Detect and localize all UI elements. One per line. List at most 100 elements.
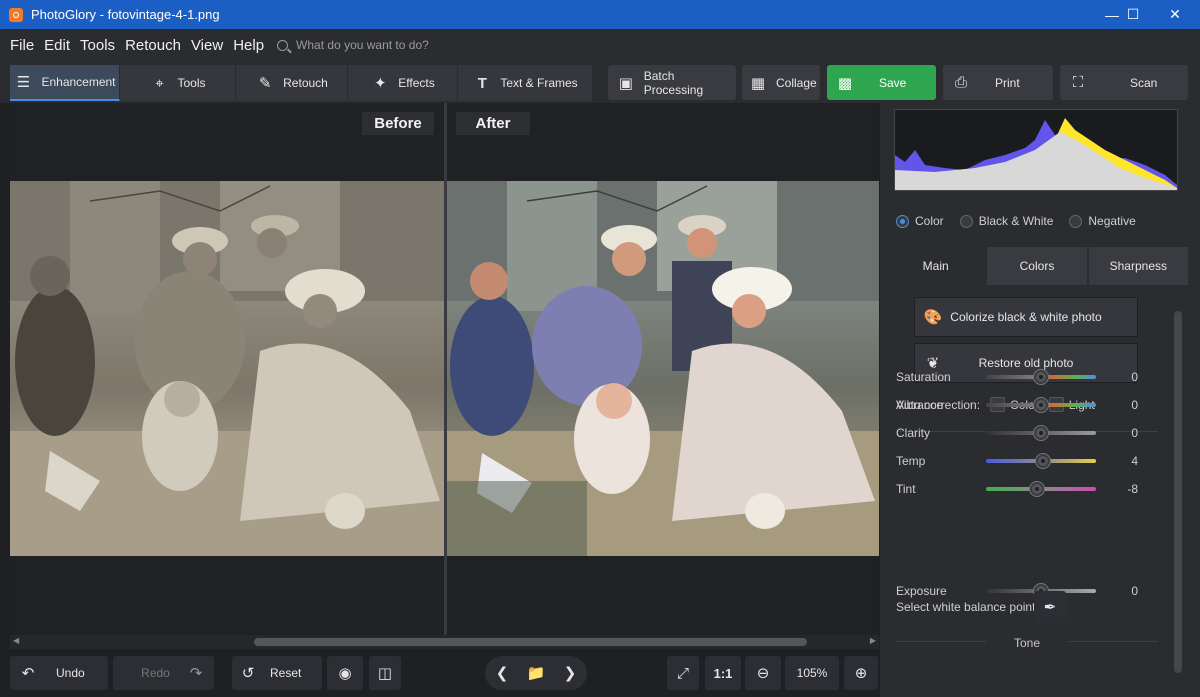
- scroll-right-icon[interactable]: ▶: [870, 636, 876, 645]
- previous-icon[interactable]: ❮: [492, 663, 512, 683]
- slider-row-saturation: Saturation 0: [896, 367, 1158, 387]
- navigation-group: ❮ 📁 ❯: [485, 656, 587, 690]
- tab-colors[interactable]: Colors: [987, 247, 1087, 285]
- colorize-button[interactable]: 🎨 Colorize black & white photo: [914, 297, 1138, 337]
- next-icon[interactable]: ❯: [560, 663, 580, 683]
- app-logo-icon: [9, 7, 23, 22]
- printer-icon: ⎙: [954, 74, 967, 91]
- before-photo: [10, 181, 444, 556]
- menu-help[interactable]: Help: [228, 37, 269, 54]
- slider-label: Exposure: [896, 584, 947, 598]
- undo-icon: ↶: [21, 665, 35, 682]
- minus-icon: ⊖: [756, 665, 770, 682]
- zoom-level[interactable]: 105%: [785, 656, 839, 690]
- brush-icon: ✎: [258, 75, 272, 92]
- maximize-icon[interactable]: ☐: [1113, 0, 1153, 29]
- main-tab-content: 🎨 Colorize black & white photo ❦ Restore…: [886, 285, 1188, 697]
- zoom-out-button[interactable]: ⊖: [745, 656, 781, 690]
- redo-icon: ↷: [189, 665, 203, 682]
- print-button[interactable]: ⎙ Print: [943, 65, 1053, 100]
- close-icon[interactable]: ✕: [1155, 0, 1195, 29]
- scroll-left-icon[interactable]: ◀: [13, 636, 19, 645]
- tab-tools[interactable]: ⌖ Tools: [120, 65, 236, 101]
- slider-value: -8: [1127, 482, 1138, 496]
- save-icon: ▩: [837, 74, 853, 92]
- menu-tools[interactable]: Tools: [75, 37, 120, 54]
- compare-button[interactable]: ◫: [369, 656, 401, 690]
- scan-button[interactable]: ⛶ Scan: [1060, 65, 1188, 100]
- histogram: [894, 109, 1178, 191]
- mode-bw-radio[interactable]: Black & White: [959, 214, 1053, 228]
- eyedropper-icon: ✒: [1043, 599, 1057, 616]
- adjustment-panel: Color Black & White Negative Main Colors…: [880, 103, 1200, 697]
- mode-negative-radio[interactable]: Negative: [1069, 214, 1136, 228]
- scrollbar-thumb[interactable]: [254, 638, 807, 646]
- reset-button[interactable]: ↺ Reset: [232, 656, 322, 690]
- tab-enhancement[interactable]: ☰ Enhancement: [10, 65, 120, 101]
- reset-icon: ↺: [241, 665, 255, 682]
- tab-text-frames[interactable]: T Text & Frames: [458, 65, 592, 101]
- menu-view[interactable]: View: [186, 37, 228, 54]
- image-canvas[interactable]: Before After: [10, 103, 879, 635]
- save-button[interactable]: ▩ Save: [827, 65, 936, 100]
- actual-size-button[interactable]: 1:1: [705, 656, 741, 690]
- slider-row-temp: Temp 4: [896, 451, 1158, 471]
- slider-value: 0: [1131, 426, 1138, 440]
- folder-icon[interactable]: 📁: [526, 663, 546, 683]
- collage-icon: ▦: [750, 74, 766, 92]
- slider-knob[interactable]: [1036, 454, 1051, 468]
- zoom-in-button[interactable]: ⊕: [844, 656, 878, 690]
- menu-bar: File Edit Tools Retouch View Help What d…: [0, 29, 1200, 61]
- horizontal-scrollbar[interactable]: ◀ ▶: [10, 635, 879, 649]
- slider-knob[interactable]: [1029, 482, 1044, 496]
- slider-knob[interactable]: [1034, 398, 1048, 412]
- search-box[interactable]: What do you want to do?: [277, 38, 429, 52]
- after-photo: [447, 181, 879, 556]
- eyedropper-button[interactable]: ✒: [1034, 591, 1066, 623]
- panel-scrollbar[interactable]: [1172, 285, 1184, 697]
- slider-knob[interactable]: [1034, 426, 1048, 440]
- color-mode-group: Color Black & White Negative: [886, 203, 1188, 239]
- title-bar: PhotoGlory - fotovintage-4-1.png — ☐ ✕: [0, 0, 1200, 29]
- white-balance-row: Select white balance point: [896, 600, 1036, 614]
- tab-sharpness[interactable]: Sharpness: [1088, 247, 1188, 285]
- menu-edit[interactable]: Edit: [39, 37, 75, 54]
- preview-eye-button[interactable]: ◉: [327, 656, 363, 690]
- slider-row-exposure: Exposure 0: [896, 581, 1158, 601]
- separator: [1068, 641, 1158, 642]
- fit-screen-button[interactable]: ⤢: [667, 656, 699, 690]
- mode-tabs: ☰ Enhancement ⌖ Tools ✎ Retouch ✦ Effect…: [10, 65, 592, 101]
- menu-file[interactable]: File: [5, 37, 39, 54]
- slider-label: Clarity: [896, 426, 931, 440]
- redo-button[interactable]: Redo ↷: [113, 656, 214, 690]
- slider-value: 4: [1131, 454, 1138, 468]
- slider-label: Vibrance: [896, 398, 944, 412]
- compare-icon: ◫: [377, 665, 393, 682]
- slider-row-clarity: Clarity 0: [896, 423, 1158, 443]
- batch-processing-button[interactable]: ▣ Batch Processing: [608, 65, 736, 100]
- menu-retouch[interactable]: Retouch: [120, 37, 186, 54]
- tab-retouch[interactable]: ✎ Retouch: [236, 65, 348, 101]
- after-label: After: [456, 112, 530, 135]
- slider-row-tint: Tint -8: [896, 479, 1158, 499]
- main-toolbar: ☰ Enhancement ⌖ Tools ✎ Retouch ✦ Effect…: [0, 61, 1200, 103]
- window-title: PhotoGlory - fotovintage-4-1.png: [31, 7, 220, 22]
- slider-row-vibrance: Vibrance 0: [896, 395, 1158, 415]
- plus-icon: ⊕: [854, 665, 868, 682]
- palette-icon: 🎨: [923, 309, 943, 326]
- mode-color-radio[interactable]: Color: [896, 214, 944, 228]
- slider-label: Temp: [896, 454, 926, 468]
- panel-tabs: Main Colors Sharpness: [886, 247, 1188, 285]
- panel-scrollbar-thumb[interactable]: [1174, 311, 1182, 673]
- sliders-icon: ☰: [16, 74, 31, 91]
- crop-icon: ⌖: [155, 74, 164, 92]
- undo-button[interactable]: ↶ Undo: [10, 656, 108, 690]
- tab-effects[interactable]: ✦ Effects: [348, 65, 458, 101]
- collage-button[interactable]: ▦ Collage: [742, 65, 820, 100]
- tab-main[interactable]: Main: [886, 247, 986, 285]
- search-icon: [277, 39, 289, 51]
- slider-knob[interactable]: [1034, 370, 1048, 384]
- tone-section-title: Tone: [1014, 636, 1041, 650]
- before-label: Before: [362, 112, 434, 135]
- before-after-divider[interactable]: [444, 103, 447, 635]
